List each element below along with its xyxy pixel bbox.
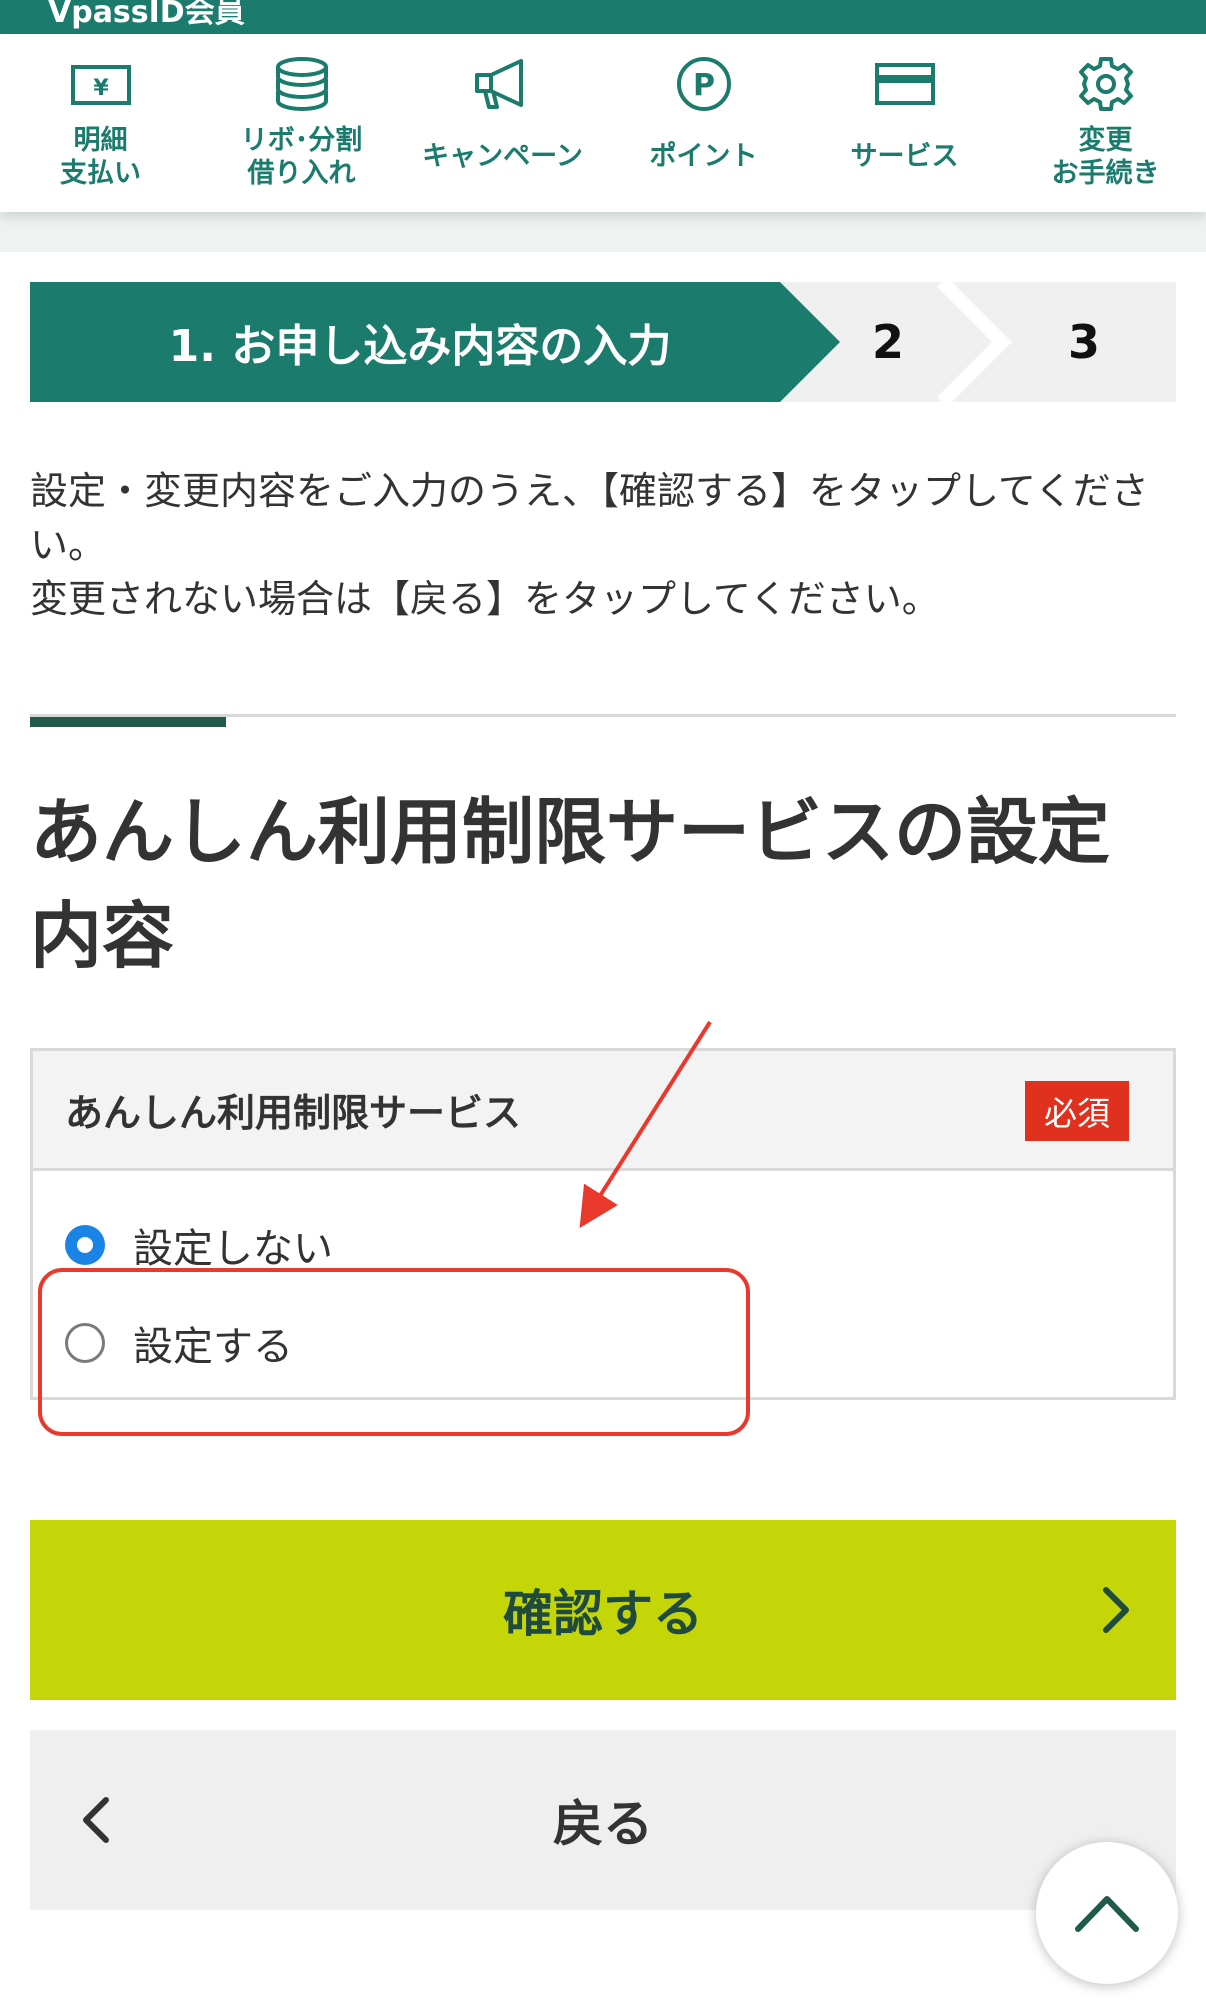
card-icon: [869, 54, 941, 114]
panel-title: あんしん利用制限サービス: [65, 1091, 522, 1135]
instruction-text: 設定・変更内容をご入力のうえ、【確認する】をタップしてください。 変更されない場…: [30, 464, 1180, 626]
instruction-line-1: 設定・変更内容をご入力のうえ、【確認する】をタップしてください。: [30, 469, 1149, 567]
member-label: VpassID会員: [48, 0, 245, 30]
top-bar: VpassID会員: [0, 0, 1206, 34]
megaphone-icon: [467, 54, 539, 114]
nav-label-campaign: キャンペーン: [422, 141, 583, 172]
nav-item-service[interactable]: サービス: [804, 34, 1005, 212]
step-3-label: 3: [1067, 315, 1100, 369]
panel-header: あんしん利用制限サービス 必須: [33, 1051, 1173, 1171]
step-1-label: 1. お申し込み内容の入力: [168, 321, 672, 372]
back-button-label: 戻る: [553, 1795, 653, 1853]
gear-icon: [1070, 54, 1142, 114]
radio-button-unchecked[interactable]: [65, 1323, 105, 1363]
radio-option-enable[interactable]: 設定する: [65, 1314, 293, 1372]
global-nav: ¥ 明細 支払い リボ･分割 借り入れ キャンペーン P ポイント サービス 変…: [0, 34, 1206, 212]
nav-label-service: サービス: [850, 141, 959, 172]
nav-item-point[interactable]: P ポイント: [603, 34, 804, 212]
section-divider-accent: [30, 717, 226, 727]
yen-card-icon: ¥: [65, 54, 137, 114]
nav-label-point: ポイント: [649, 141, 758, 172]
svg-text:¥: ¥: [93, 76, 109, 101]
step-indicator: 1. お申し込み内容の入力 2 3: [30, 282, 1176, 402]
radio-label-disable: 設定しない: [133, 1226, 333, 1272]
confirm-button-label: 確認する: [503, 1585, 703, 1643]
required-badge: 必須: [1025, 1081, 1129, 1141]
chevron-up-icon: [1075, 1896, 1139, 1932]
nav-shadow-band: [0, 212, 1206, 252]
setting-panel: あんしん利用制限サービス 必須 設定しない 設定する: [30, 1048, 1176, 1400]
radio-option-disable[interactable]: 設定しない: [65, 1216, 333, 1274]
step-2-label: 2: [871, 315, 904, 369]
svg-text:P: P: [693, 68, 715, 103]
radio-label-enable: 設定する: [133, 1324, 293, 1370]
nav-item-settings[interactable]: 変更 お手続き: [1005, 34, 1206, 212]
section-title: あんしん利用制限サービスの設定内容: [30, 790, 1111, 978]
chevron-right-icon: [1103, 1587, 1129, 1633]
chevron-left-icon: [83, 1797, 109, 1843]
confirm-button[interactable]: 確認する: [30, 1520, 1176, 1700]
coins-icon: [266, 54, 338, 114]
nav-label-revolving: リボ･分割 借り入れ: [240, 125, 363, 189]
instruction-line-2: 変更されない場合は【戻る】をタップしてください。: [30, 577, 940, 621]
page-top-button[interactable]: [1036, 1842, 1178, 1984]
nav-item-campaign[interactable]: キャンペーン: [402, 34, 603, 212]
back-button[interactable]: 戻る: [30, 1730, 1176, 1910]
nav-label-statement: 明細 支払い: [60, 125, 141, 189]
radio-button-checked[interactable]: [65, 1225, 105, 1265]
nav-label-settings: 変更 お手続き: [1051, 125, 1160, 189]
nav-item-statement[interactable]: ¥ 明細 支払い: [0, 34, 201, 212]
point-icon: P: [668, 54, 740, 114]
nav-item-revolving[interactable]: リボ･分割 借り入れ: [201, 34, 402, 212]
